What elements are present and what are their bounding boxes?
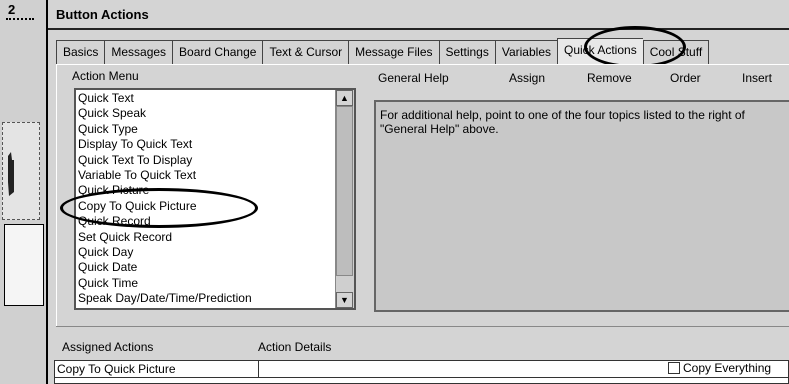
list-item[interactable]: Quick Record — [78, 214, 336, 229]
general-help-link[interactable]: General Help — [378, 71, 449, 85]
list-item[interactable]: Quick Speak — [78, 106, 336, 121]
action-menu-scrollbar[interactable]: ▲ ▼ — [335, 90, 354, 308]
section-divider — [56, 326, 789, 327]
tab-bar: Basics Messages Board Change Text & Curs… — [56, 38, 710, 65]
copy-everything-label: Copy Everything — [683, 361, 772, 375]
list-item[interactable]: Set Quick Record — [78, 230, 336, 245]
order-help-link[interactable]: Order — [670, 71, 701, 85]
copy-everything-checkbox[interactable] — [668, 362, 680, 374]
board-preview-box[interactable] — [4, 224, 44, 306]
tab-messages[interactable]: Messages — [104, 40, 173, 65]
action-menu-label: Action Menu — [72, 69, 139, 83]
tab-text-cursor[interactable]: Text & Cursor — [262, 40, 349, 65]
help-text: For additional help, point to one of the… — [380, 108, 745, 136]
remove-help-link[interactable]: Remove — [587, 71, 632, 85]
action-menu-items: Quick Text Quick Speak Quick Type Display T… — [78, 91, 336, 306]
tab-quick-actions[interactable]: Quick Actions — [557, 38, 643, 65]
tab-cool-stuff[interactable]: Cool Stuff — [642, 40, 710, 65]
list-item[interactable]: Quick Picture — [78, 183, 336, 198]
scroll-thumb[interactable] — [336, 106, 353, 276]
page-number: 2 — [6, 2, 34, 20]
list-item[interactable]: Quick Text To Display — [78, 153, 336, 168]
action-menu-list[interactable]: Quick Text Quick Speak Quick Type Display T… — [74, 88, 356, 310]
scroll-up-icon[interactable]: ▲ — [336, 90, 353, 106]
action-details-header: Action Details — [258, 340, 332, 354]
help-text-area: For additional help, point to one of the… — [374, 100, 789, 312]
list-item[interactable]: Quick Date — [78, 260, 336, 275]
scroll-down-icon[interactable]: ▼ — [336, 292, 353, 308]
title-bar — [48, 0, 789, 30]
list-item[interactable]: Copy To Quick Picture — [78, 199, 336, 214]
tab-board-change[interactable]: Board Change — [172, 40, 263, 65]
list-item[interactable]: Display To Quick Text — [78, 137, 336, 152]
list-item[interactable]: Variable To Quick Text — [78, 168, 336, 183]
window-title: Button Actions — [56, 7, 149, 22]
tab-variables[interactable]: Variables — [494, 40, 557, 65]
list-item[interactable]: Quick Day — [78, 245, 336, 260]
tab-settings[interactable]: Settings — [438, 40, 495, 65]
tab-message-files[interactable]: Message Files — [348, 40, 439, 65]
assigned-actions-header: Assigned Actions — [62, 340, 154, 354]
tab-basics[interactable]: Basics — [56, 40, 105, 65]
list-item[interactable]: Speak Day/Date/Time/Prediction — [78, 291, 336, 306]
list-item[interactable]: Quick Time — [78, 276, 336, 291]
list-item[interactable]: Quick Type — [78, 122, 336, 137]
list-item[interactable]: Quick Text — [78, 91, 336, 106]
insert-help-link[interactable]: Insert — [742, 71, 772, 85]
hand-figure-icon — [8, 152, 14, 196]
table-row-action[interactable]: Copy To Quick Picture — [55, 361, 259, 378]
assign-help-link[interactable]: Assign — [509, 71, 545, 85]
